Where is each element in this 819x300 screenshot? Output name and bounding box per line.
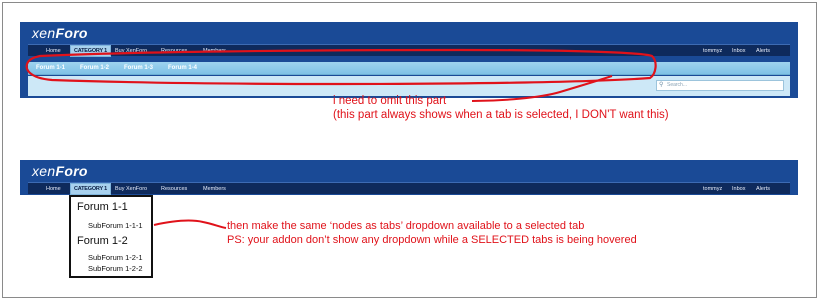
nav-username[interactable]: tommyz [703,45,722,57]
xenforo-logo-bottom[interactable]: xenForo [32,163,88,179]
search-icon: ⚲ [659,82,664,88]
subtab-forum-1-4[interactable]: Forum 1-4 [168,63,197,73]
tab-home[interactable]: Home [46,45,61,57]
logo-main: xen [32,25,56,41]
dropdown-item-forum-1-2[interactable]: Forum 1-2 [77,235,128,247]
xenforo-header-top: xenForo Home CATEGORY 1 Buy XenForo Reso… [20,22,798,98]
nav-inbox[interactable]: Inbox [732,183,745,195]
logo-main: xen [32,163,56,179]
tab-buy-xenforo[interactable]: Buy XenForo [115,183,147,195]
tab-category-1-selected[interactable]: CATEGORY 1 [70,45,112,57]
annotation-top-line2: (this part always shows when a tab is se… [333,109,669,121]
dropdown-subitem-1-1-1[interactable]: SubForum 1-1-1 [88,221,143,230]
search-input[interactable]: ⚲ Search... [656,80,784,91]
tab-members[interactable]: Members [203,183,226,195]
dropdown-subitem-1-2-2[interactable]: SubForum 1-2-2 [88,264,143,273]
nav-inbox[interactable]: Inbox [732,45,745,57]
logo-accent: Foro [55,163,88,179]
annotation-bottom-line2: PS: your addon don’t show any dropdown w… [227,234,637,246]
nav-bar-bottom: Home CATEGORY 1 Buy XenForo Resources Me… [28,182,790,195]
logo-accent: Foro [55,25,88,41]
search-placeholder: Search... [667,82,688,88]
tab-resources[interactable]: Resources [161,45,187,57]
nav-alerts[interactable]: Alerts [756,183,770,195]
annotation-top-line1: i need to omit this part [333,95,447,107]
tab-home[interactable]: Home [46,183,61,195]
tab-buy-xenforo[interactable]: Buy XenForo [115,45,147,57]
search-row: ⚲ Search... [28,76,790,96]
tab-members[interactable]: Members [203,45,226,57]
xenforo-header-bottom: xenForo Home CATEGORY 1 Buy XenForo Reso… [20,160,798,195]
nav-bar: Home CATEGORY 1 Buy XenForo Resources Me… [28,44,790,57]
nodes-dropdown: Forum 1-1 SubForum 1-1-1 Forum 1-2 SubFo… [69,195,153,278]
dropdown-subitem-1-2-1[interactable]: SubForum 1-2-1 [88,253,143,262]
subtab-bar: Forum 1-1 Forum 1-2 Forum 1-3 Forum 1-4 [28,62,790,75]
subtab-forum-1-2[interactable]: Forum 1-2 [80,63,109,73]
tab-category-1-selected[interactable]: CATEGORY 1 [70,183,112,195]
tab-resources[interactable]: Resources [161,183,187,195]
nav-alerts[interactable]: Alerts [756,45,770,57]
nav-username[interactable]: tommyz [703,183,722,195]
dropdown-item-forum-1-1[interactable]: Forum 1-1 [77,201,128,213]
subtab-forum-1-1[interactable]: Forum 1-1 [36,63,65,73]
subtab-forum-1-3[interactable]: Forum 1-3 [124,63,153,73]
xenforo-logo[interactable]: xenForo [32,25,88,41]
annotation-bottom-line1: then make the same ‘nodes as tabs’ dropd… [227,220,585,232]
